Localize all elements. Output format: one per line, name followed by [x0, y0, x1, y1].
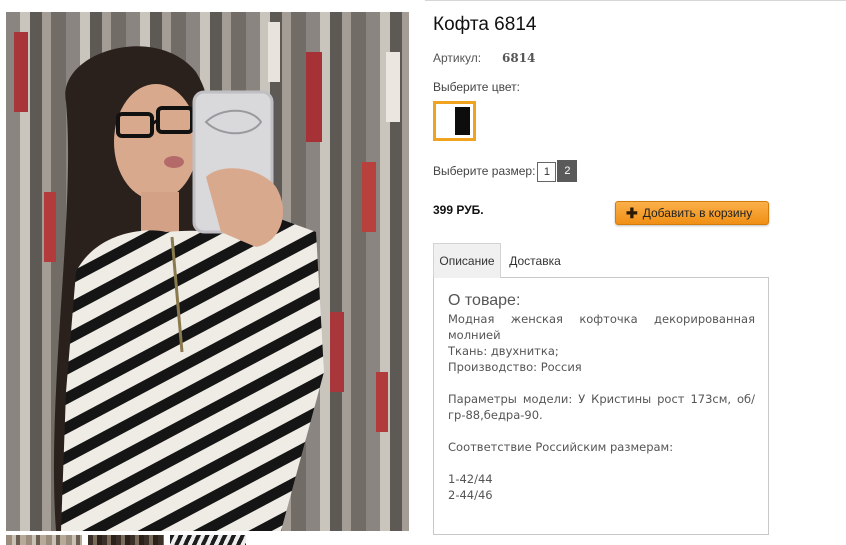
description-line: Соответствие Российским размерам:	[448, 440, 674, 454]
product-main-photo[interactable]	[6, 12, 409, 531]
plus-icon: ✚	[626, 205, 638, 221]
description-line: Ткань: двухнитка;	[448, 344, 559, 358]
color-swatch-black-white[interactable]	[433, 101, 476, 141]
swatch-white-part	[439, 107, 455, 135]
product-thumbnails	[6, 535, 246, 545]
product-title: Кофта 6814	[433, 14, 537, 35]
article-row: Артикул: 6814	[433, 51, 535, 65]
product-thumbnail-3[interactable]	[170, 535, 246, 545]
color-label: Выберите цвет:	[433, 80, 521, 94]
tab-description[interactable]: Описание	[433, 243, 501, 278]
description-panel: О товаре: Модная женская кофточка декори…	[433, 277, 769, 535]
article-value: 6814	[502, 51, 536, 65]
size-option-1[interactable]: 1	[537, 162, 557, 182]
product-thumbnail-2[interactable]	[88, 535, 164, 545]
description-line: Модная женская кофточка декорированная м…	[448, 312, 755, 342]
description-heading: О товаре:	[448, 292, 521, 309]
product-thumbnail-1[interactable]	[6, 535, 82, 545]
product-price: 399 РУБ.	[433, 203, 484, 217]
description-line: 2-44/46	[448, 488, 493, 502]
description-line: Параметры модели: У Кристины рост 173см,…	[448, 392, 755, 422]
size-selector: Выберите размер: 1 2	[433, 160, 578, 182]
article-label: Артикул:	[433, 51, 482, 65]
size-option-2[interactable]: 2	[557, 160, 578, 182]
add-to-cart-button[interactable]: ✚ Добавить в корзину	[615, 201, 769, 225]
add-to-cart-label: Добавить в корзину	[642, 206, 753, 220]
description-line: 1-42/44	[448, 472, 493, 486]
top-divider	[425, 0, 846, 1]
tab-delivery[interactable]: Доставка	[503, 243, 567, 278]
swatch-black-part	[454, 107, 470, 135]
size-label: Выберите размер:	[433, 164, 536, 178]
color-swatch-fill	[439, 107, 470, 135]
description-line: Производство: Россия	[448, 360, 582, 374]
